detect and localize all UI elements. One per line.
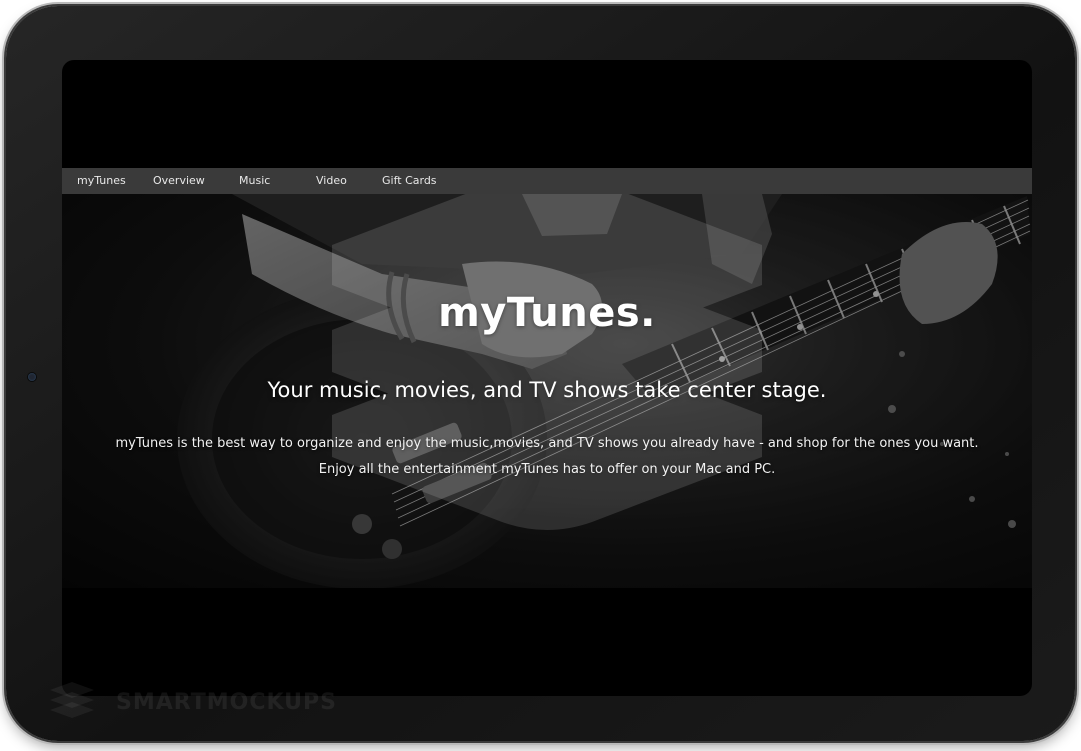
tablet-frame: myTunes Overview Music Video Gift Cards [6,6,1075,741]
nav-item-mytunes[interactable]: myTunes [77,168,126,194]
hero-title: myTunes. [438,290,656,336]
nav-item-music[interactable]: Music [239,168,270,194]
hero-tagline: Your music, movies, and TV shows take ce… [267,378,827,402]
camera-icon [28,373,36,381]
hero-description-line-1: myTunes is the best way to organize and … [115,436,979,451]
screen: myTunes Overview Music Video Gift Cards [62,60,1032,696]
nav-item-video[interactable]: Video [316,168,347,194]
nav-item-overview[interactable]: Overview [153,168,205,194]
hero-description-line-2: Enjoy all the entertainment myTunes has … [318,462,776,477]
top-navbar: myTunes Overview Music Video Gift Cards [62,168,1032,194]
nav-item-gift-cards[interactable]: Gift Cards [382,168,437,194]
hero-banner: myTunes. Your music, movies, and TV show… [62,194,1032,588]
